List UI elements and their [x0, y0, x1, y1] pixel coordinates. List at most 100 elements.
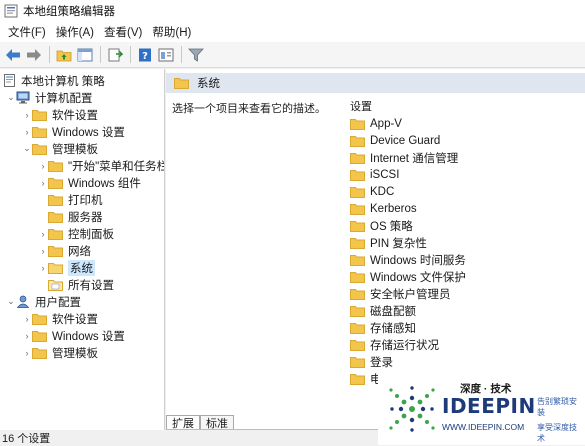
folder-icon: [350, 271, 365, 283]
toolbar-separator: [130, 46, 131, 63]
list-item[interactable]: PIN 复杂性: [350, 234, 427, 251]
list-item[interactable]: App-V: [350, 115, 402, 132]
tree-label: "开始"菜单和任务栏: [68, 160, 165, 173]
list-item-label: OS 策略: [370, 220, 413, 233]
filter-icon[interactable]: [186, 45, 206, 65]
list-item-label: 安全帐户管理员: [370, 288, 451, 301]
list-item[interactable]: Windows 时间服务: [350, 251, 466, 268]
tree-label: Windows 设置: [52, 330, 125, 343]
list-item-label: PIN 复杂性: [370, 237, 427, 250]
tree-item-printers[interactable]: 打印机: [48, 191, 103, 208]
tree-item-user-windows-settings[interactable]: › Windows 设置: [22, 327, 125, 344]
up-folder-icon[interactable]: [54, 45, 74, 65]
folder-icon: [350, 203, 365, 215]
folder-icon: [350, 254, 365, 266]
list-item[interactable]: 存储运行状况: [350, 336, 439, 353]
menu-bar: 文件(F) 操作(A) 查看(V) 帮助(H): [0, 22, 585, 42]
chevron-right-icon[interactable]: ›: [38, 246, 48, 256]
tree-item-windows-components[interactable]: › Windows 组件: [38, 174, 141, 191]
deepin-logo-icon: [389, 385, 435, 432]
toolbar-separator: [100, 46, 101, 63]
back-arrow-icon[interactable]: [3, 45, 23, 65]
list-item-label: App-V: [370, 117, 402, 130]
chevron-down-icon[interactable]: ⌄: [6, 92, 16, 103]
tree-item-network[interactable]: › 网络: [38, 242, 91, 259]
tree-item-windows-settings[interactable]: › Windows 设置: [22, 123, 125, 140]
tree-item-start-menu[interactable]: › "开始"菜单和任务栏: [38, 157, 165, 174]
chevron-right-icon[interactable]: ›: [22, 127, 32, 137]
folder-icon: [350, 237, 365, 249]
tree-item-control-panel[interactable]: › 控制面板: [38, 225, 114, 242]
folder-icon: [350, 220, 365, 232]
list-item-label: Windows 文件保护: [370, 271, 466, 284]
folder-icon: [174, 78, 189, 89]
list-item[interactable]: Internet 通信管理: [350, 149, 458, 166]
chevron-down-icon[interactable]: ⌄: [6, 296, 16, 307]
list-item[interactable]: 存储感知: [350, 319, 416, 336]
folder-icon: [48, 211, 63, 223]
list-item[interactable]: Kerberos: [350, 200, 417, 217]
tree-item-computer-config[interactable]: ⌄ 计算机配置: [6, 89, 93, 106]
settings-column-header[interactable]: 设置: [350, 98, 372, 114]
tree-item-servers[interactable]: 服务器: [48, 208, 103, 225]
menu-view[interactable]: 查看(V): [99, 24, 147, 40]
chevron-right-icon[interactable]: ›: [38, 263, 48, 273]
list-item-label: 存储感知: [370, 322, 416, 335]
chevron-right-icon[interactable]: ›: [22, 331, 32, 341]
settings-folder-icon: [48, 279, 63, 291]
menu-action[interactable]: 操作(A): [51, 24, 99, 40]
tree-item-all-settings[interactable]: 所有设置: [48, 276, 114, 293]
tree-label: 打印机: [68, 194, 103, 207]
folder-icon: [48, 160, 63, 172]
tree-item-system[interactable]: › 系统: [38, 259, 95, 276]
tree-label: 用户配置: [35, 296, 81, 309]
list-item[interactable]: iSCSI: [350, 166, 399, 183]
view-tabs: 扩展 标准: [166, 414, 234, 430]
folder-icon: [350, 288, 365, 300]
help-icon[interactable]: ?: [135, 45, 155, 65]
tree-item-user-admin-templates[interactable]: › 管理模板: [22, 344, 98, 361]
list-item[interactable]: KDC: [350, 183, 394, 200]
list-item[interactable]: 安全帐户管理员: [350, 285, 451, 302]
tree-item-user-software-settings[interactable]: › 软件设置: [22, 310, 98, 327]
list-item-label: Kerberos: [370, 202, 417, 215]
watermark-brand: IDEEPIN: [442, 393, 536, 418]
folder-icon: [350, 152, 365, 164]
tree-label: 计算机配置: [35, 92, 93, 105]
menu-file[interactable]: 文件(F): [3, 24, 51, 40]
tree-item-admin-templates[interactable]: ⌄ 管理模板: [22, 140, 98, 157]
list-item[interactable]: Windows 文件保护: [350, 268, 466, 285]
chevron-right-icon[interactable]: ›: [22, 110, 32, 120]
tab-extended[interactable]: 扩展: [166, 415, 200, 430]
properties-icon[interactable]: [156, 45, 176, 65]
list-item-label: 存储运行状况: [370, 339, 439, 352]
tab-standard[interactable]: 标准: [200, 415, 234, 430]
list-item[interactable]: Device Guard: [350, 132, 440, 149]
list-item-label: KDC: [370, 185, 395, 198]
watermark-slogan-bottom: 享受深度技术: [537, 422, 577, 443]
details-title: 系统: [197, 78, 220, 90]
folder-icon: [32, 109, 47, 121]
chevron-down-icon[interactable]: ⌄: [22, 143, 32, 154]
list-item[interactable]: OS 策略: [350, 217, 413, 234]
chevron-right-icon[interactable]: ›: [22, 314, 32, 324]
list-item-label: Windows 时间服务: [370, 254, 466, 267]
chevron-right-icon[interactable]: ›: [38, 161, 48, 171]
list-item-label: iSCSI: [370, 168, 400, 181]
show-hide-tree-icon[interactable]: [75, 45, 95, 65]
export-list-icon[interactable]: [105, 45, 125, 65]
title-bar: 本地组策略编辑器: [0, 0, 585, 22]
folder-icon: [350, 373, 365, 385]
chevron-right-icon[interactable]: ›: [22, 348, 32, 358]
chevron-right-icon[interactable]: ›: [38, 178, 48, 188]
toolbar-separator: [49, 46, 50, 63]
tree-item-user-config[interactable]: ⌄ 用户配置: [6, 293, 81, 310]
list-item[interactable]: 登录: [350, 353, 393, 370]
tree-item-software-settings[interactable]: › 软件设置: [22, 106, 98, 123]
forward-arrow-icon[interactable]: [24, 45, 44, 65]
chevron-right-icon[interactable]: ›: [38, 229, 48, 239]
tree-item-root[interactable]: 本地计算机 策略: [3, 72, 105, 89]
menu-help[interactable]: 帮助(H): [147, 24, 196, 40]
list-item[interactable]: 磁盘配额: [350, 302, 416, 319]
tree-label: Windows 组件: [68, 177, 141, 190]
